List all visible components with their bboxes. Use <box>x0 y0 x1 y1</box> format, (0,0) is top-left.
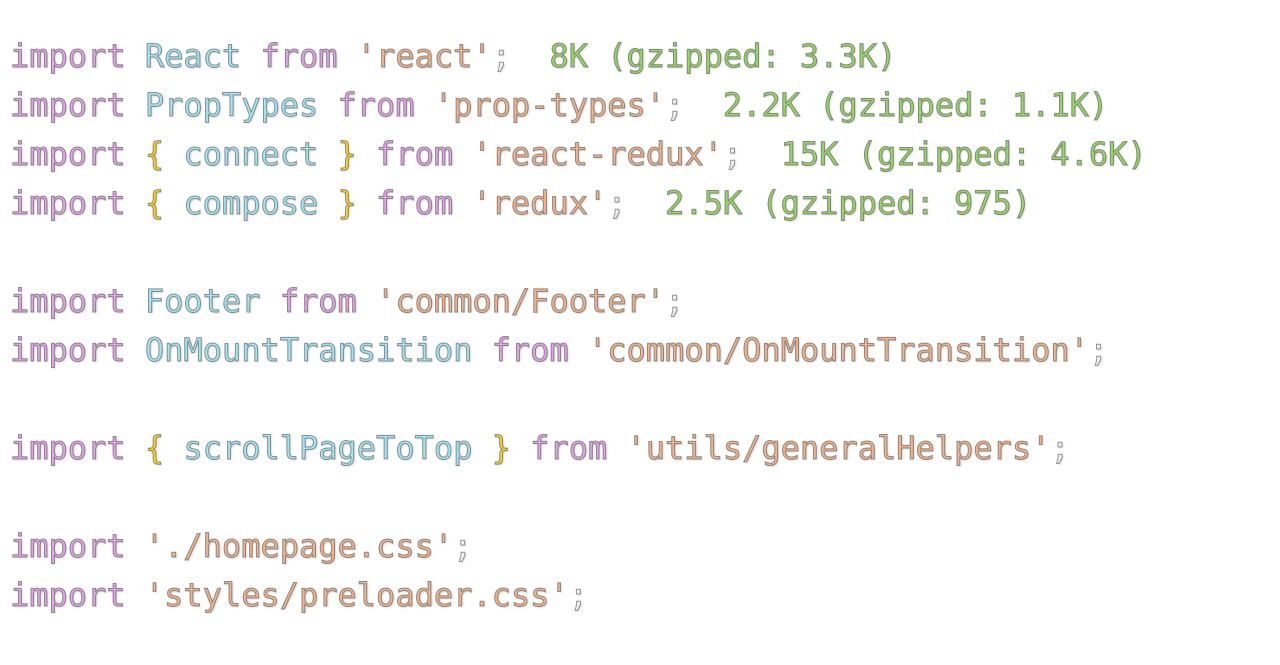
keyword-token: from <box>530 429 608 468</box>
code-line[interactable]: import Footer from 'common/Footer'; <box>10 277 1147 326</box>
semicolon-token: ; <box>607 184 627 223</box>
identifier-token: Footer <box>144 282 261 321</box>
keyword-token: import <box>10 135 127 174</box>
semicolon-token: ; <box>722 135 743 174</box>
brace-token: { <box>144 429 165 468</box>
string-token: 'prop-types' <box>433 86 666 125</box>
identifier-token: compose <box>183 184 319 223</box>
keyword-token: import <box>10 37 127 76</box>
semicolon-token: ; <box>453 527 473 566</box>
keyword-token: import <box>10 527 127 566</box>
semicolon-token: ; <box>491 37 511 76</box>
import-cost-hint: 8K (gzipped: 3.3K) <box>549 37 897 76</box>
identifier-token: React <box>144 37 242 76</box>
string-token: 'redux' <box>472 184 608 223</box>
keyword-token: import <box>10 184 127 223</box>
import-cost-hint: 2.5K (gzipped: 975) <box>665 184 1032 223</box>
code-line[interactable]: import OnMountTransition from 'common/On… <box>10 326 1147 375</box>
identifier-token: OnMountTransition <box>144 331 473 370</box>
keyword-token: import <box>10 86 127 125</box>
code-editor[interactable]: import React from 'react'; 8K (gzipped: … <box>10 32 1148 620</box>
string-token: 'react' <box>356 37 492 76</box>
brace-token: { <box>144 135 165 174</box>
code-line[interactable]: import 'styles/preloader.css'; <box>10 571 1147 620</box>
keyword-token: from <box>376 184 454 223</box>
keyword-token: import <box>10 331 127 370</box>
keyword-token: from <box>279 282 357 321</box>
code-line[interactable] <box>10 228 1147 277</box>
code-line[interactable]: import './homepage.css'; <box>10 522 1147 571</box>
keyword-token: from <box>376 135 454 174</box>
identifier-token: scrollPageToTop <box>183 429 473 468</box>
code-line[interactable]: import PropTypes from 'prop-types'; 2.2K… <box>10 81 1147 130</box>
semicolon-token: ; <box>665 282 685 321</box>
semicolon-token: ; <box>1050 429 1070 468</box>
string-token: 'react-redux' <box>472 135 723 174</box>
string-token: 'common/Footer' <box>376 282 666 321</box>
keyword-token: from <box>260 37 338 76</box>
code-line[interactable]: import React from 'react'; 8K (gzipped: … <box>10 32 1147 81</box>
brace-token: { <box>144 184 165 223</box>
brace-token: } <box>337 184 357 223</box>
string-token: './homepage.css' <box>144 527 454 566</box>
code-line[interactable]: import { scrollPageToTop } from 'utils/g… <box>10 424 1147 473</box>
keyword-token: from <box>491 331 569 370</box>
brace-token: } <box>491 429 511 468</box>
identifier-token: connect <box>183 135 319 174</box>
identifier-token: PropTypes <box>144 86 319 125</box>
keyword-token: import <box>10 429 127 468</box>
code-line[interactable]: import { connect } from 'react-redux'; 1… <box>10 130 1148 179</box>
semicolon-token: ; <box>568 576 588 615</box>
string-token: 'utils/generalHelpers' <box>626 429 1051 468</box>
import-cost-hint: 15K (gzipped: 4.6K) <box>780 135 1147 174</box>
brace-token: } <box>337 135 357 174</box>
import-cost-hint: 2.2K (gzipped: 1.1K) <box>722 86 1109 125</box>
string-token: 'common/OnMountTransition' <box>587 331 1089 370</box>
semicolon-token: ; <box>1088 331 1109 370</box>
string-token: 'styles/preloader.css' <box>144 576 569 615</box>
semicolon-token: ; <box>665 86 685 125</box>
keyword-token: import <box>10 282 127 321</box>
code-line[interactable] <box>10 473 1147 522</box>
keyword-token: from <box>337 86 415 125</box>
code-line[interactable] <box>10 375 1147 424</box>
code-line[interactable]: import { compose } from 'redux'; 2.5K (g… <box>10 179 1147 228</box>
keyword-token: import <box>10 576 127 615</box>
